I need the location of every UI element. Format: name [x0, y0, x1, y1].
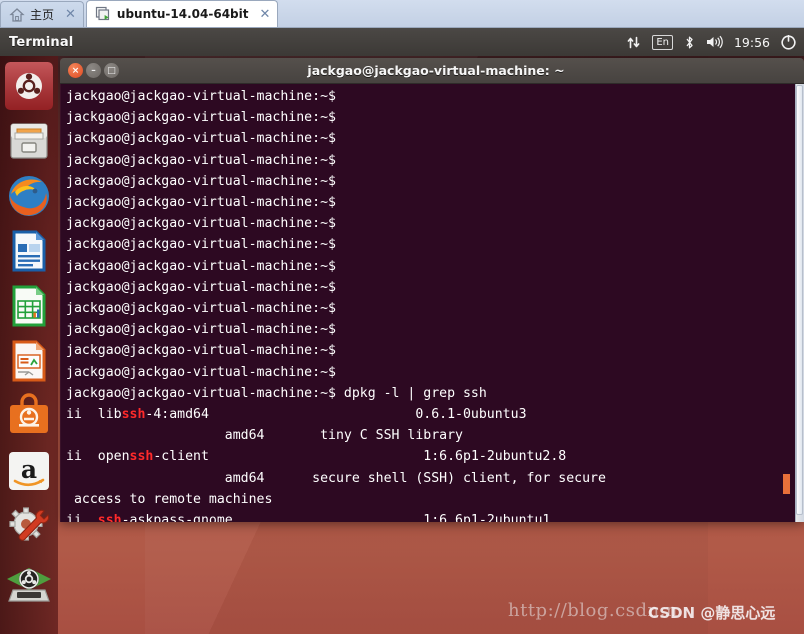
- panel-indicator-area: En 19:56: [626, 35, 804, 50]
- ubuntu-software-center-icon: [5, 392, 53, 440]
- svg-text:a: a: [21, 455, 37, 484]
- terminal-screen-text[interactable]: jackgao@jackgao-virtual-machine:~$ jackg…: [63, 86, 804, 522]
- watermark-author: CSDN @静思心远: [648, 602, 775, 623]
- launcher-item-ubuntu-software-center[interactable]: [5, 392, 53, 440]
- launcher-item-libreoffice-calc[interactable]: [5, 282, 53, 330]
- launcher-item-files[interactable]: [5, 117, 53, 165]
- launcher-item-firefox[interactable]: [5, 172, 53, 220]
- launcher-item-software-updater[interactable]: [5, 557, 53, 605]
- tab-ubuntu-vm-label: ubuntu-14.04-64bit: [117, 7, 249, 21]
- vm-tab-strip: 主页 ✕ ubuntu-14.04-64bit ✕: [0, 0, 804, 28]
- libreoffice-impress-icon: [5, 337, 53, 385]
- window-maximize-button[interactable]: □: [104, 63, 119, 78]
- panel-app-title[interactable]: Terminal: [9, 35, 73, 50]
- ubuntu-dash-icon: [5, 62, 53, 110]
- launcher-item-libreoffice-writer[interactable]: [5, 227, 53, 275]
- window-close-button[interactable]: ×: [68, 63, 83, 78]
- libreoffice-writer-icon: [5, 227, 53, 275]
- tab-home-label: 主页: [30, 6, 54, 23]
- terminal-scrollbar[interactable]: [795, 84, 804, 522]
- window-minimize-button[interactable]: –: [86, 63, 101, 78]
- amazon-icon: a: [5, 447, 53, 495]
- firefox-icon: [5, 172, 53, 220]
- terminal-cursor: [783, 474, 790, 494]
- launcher-item-system-settings[interactable]: [5, 502, 53, 550]
- home-icon: [9, 7, 25, 23]
- clock[interactable]: 19:56: [734, 35, 770, 50]
- tab-ubuntu-vm-close-icon[interactable]: ✕: [259, 8, 270, 21]
- unity-launcher: a: [0, 56, 58, 634]
- terminal-window[interactable]: × – □ jackgao@jackgao-virtual-machine: ~…: [60, 58, 804, 522]
- files-icon: [5, 117, 53, 165]
- tab-ubuntu-vm[interactable]: ubuntu-14.04-64bit ✕: [86, 0, 278, 27]
- launcher-item-ubuntu-dash[interactable]: [5, 62, 53, 110]
- tab-home[interactable]: 主页 ✕: [0, 1, 84, 27]
- launcher-item-amazon[interactable]: a: [5, 447, 53, 495]
- network-updown-icon[interactable]: [626, 35, 641, 50]
- virtual-machine-icon: [95, 6, 112, 22]
- volume-icon[interactable]: [706, 35, 723, 49]
- system-settings-icon: [5, 502, 53, 550]
- terminal-scrollbar-thumb[interactable]: [796, 85, 803, 515]
- terminal-title-text: jackgao@jackgao-virtual-machine: ~: [122, 63, 750, 78]
- terminal-titlebar[interactable]: × – □ jackgao@jackgao-virtual-machine: ~: [60, 58, 804, 84]
- launcher-item-libreoffice-impress[interactable]: [5, 337, 53, 385]
- keyboard-layout-indicator[interactable]: En: [652, 35, 673, 50]
- libreoffice-calc-icon: [5, 282, 53, 330]
- session-gear-icon[interactable]: [781, 35, 796, 50]
- software-updater-icon: [5, 557, 53, 605]
- terminal-body[interactable]: jackgao@jackgao-virtual-machine:~$ jackg…: [60, 84, 804, 522]
- unity-top-panel: Terminal En 19:56: [0, 28, 804, 56]
- bluetooth-icon[interactable]: [684, 35, 695, 50]
- tab-home-close-icon[interactable]: ✕: [65, 8, 76, 21]
